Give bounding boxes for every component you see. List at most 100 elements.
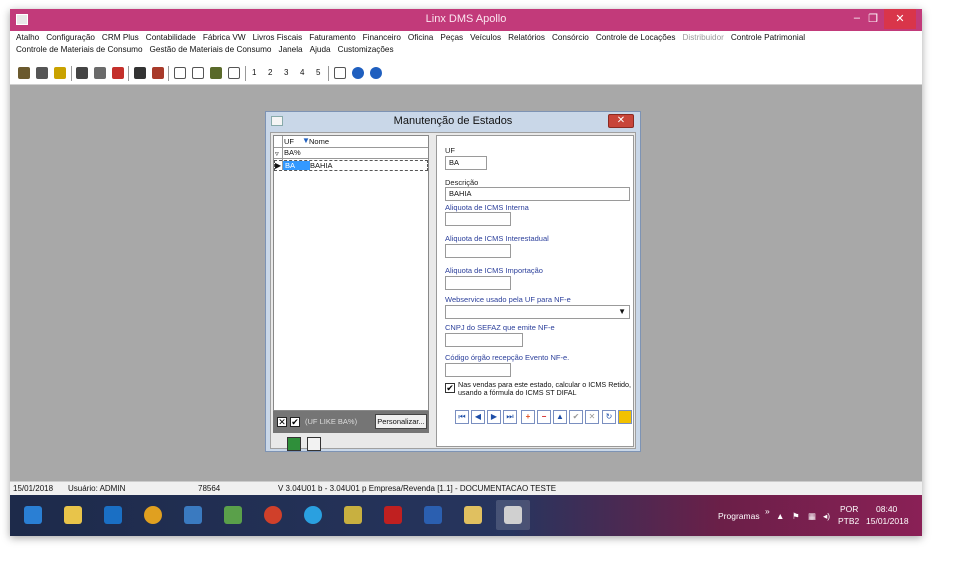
grid-header-nome[interactable]: Nome <box>309 137 329 146</box>
webservice-select[interactable]: ▼ <box>445 305 630 319</box>
language-label-2[interactable]: PTB2 <box>838 516 859 526</box>
toolbar-icon-12[interactable] <box>228 67 240 79</box>
icms-st-difal-checkbox[interactable]: ✔ <box>445 383 455 393</box>
clock-time[interactable]: 08:40 <box>876 504 897 514</box>
calculator-app-icon[interactable] <box>336 500 370 530</box>
clear-filter-icon[interactable]: ✕ <box>277 417 287 427</box>
menu-item-atalho[interactable]: Atalho <box>16 33 39 42</box>
sort-icon[interactable]: ▼ <box>302 136 310 145</box>
programs-label[interactable]: Programas <box>718 511 760 521</box>
toolbar-window-2[interactable]: 2 <box>268 68 272 77</box>
database-icon[interactable] <box>216 500 250 530</box>
descricao-input[interactable]: BAHIA <box>445 187 630 201</box>
toolbar-icon-10[interactable] <box>192 67 204 79</box>
menu-item-relatórios[interactable]: Relatórios <box>508 33 545 42</box>
menu-item-controle-de-materiais-de-consumo[interactable]: Controle de Materiais de Consumo <box>16 45 143 54</box>
exit-icon[interactable] <box>618 410 632 424</box>
menu-item-distribuidor[interactable]: Distribuidor <box>682 33 723 42</box>
refresh-icon[interactable]: ↻ <box>602 410 616 424</box>
windows-start-icon[interactable] <box>16 500 50 530</box>
tray-expand-icon[interactable]: ▲ <box>776 511 784 521</box>
toolbar-icon-6[interactable] <box>112 67 124 79</box>
chrome-icon[interactable] <box>136 500 170 530</box>
delete-record-icon[interactable]: − <box>537 410 551 424</box>
uf-input[interactable]: BA <box>445 156 487 170</box>
remote-desktop-icon[interactable] <box>176 500 210 530</box>
toolbar-icon-9[interactable] <box>174 67 186 79</box>
browser-app-icon[interactable] <box>256 500 290 530</box>
info-icon[interactable] <box>370 67 382 79</box>
menu-item-contabilidade[interactable]: Contabilidade <box>146 33 196 42</box>
dialog-close-button[interactable]: ✕ <box>608 114 634 128</box>
toolbar-icon-8[interactable] <box>152 67 164 79</box>
prior-record-icon[interactable]: ◀ <box>471 410 485 424</box>
cnpj-input[interactable] <box>445 333 523 347</box>
menu-item-financeiro[interactable]: Financeiro <box>363 33 401 42</box>
toolbar-window-4[interactable]: 4 <box>300 68 304 77</box>
volume-icon[interactable]: ◂) <box>823 511 830 522</box>
grid-filter-uf-input[interactable]: BA% <box>284 148 301 157</box>
insert-record-icon[interactable]: + <box>521 410 535 424</box>
toolbar-window-3[interactable]: 3 <box>284 68 288 77</box>
toolbar-icon-11[interactable] <box>210 67 222 79</box>
codigo-orgao-input[interactable] <box>445 363 511 377</box>
menu-item-customizações[interactable]: Customizações <box>338 45 394 54</box>
toolbar-window-1[interactable]: 1 <box>252 68 256 77</box>
toolbar-icon-4[interactable] <box>76 67 88 79</box>
post-record-icon[interactable]: ✔ <box>569 410 583 424</box>
language-label-1[interactable]: POR <box>840 504 858 514</box>
edit-record-icon[interactable]: ▲ <box>553 410 567 424</box>
tray-flag-icon[interactable]: ⚑ <box>792 511 800 522</box>
toolbar-icon-1[interactable] <box>18 67 30 79</box>
icms-interna-input[interactable] <box>445 212 511 226</box>
grid-header-uf[interactable]: UF <box>284 137 294 146</box>
table-row[interactable]: ▶ BA BAHIA <box>274 160 428 171</box>
toolbar-icon-3[interactable] <box>54 67 66 79</box>
calculator-icon[interactable] <box>334 67 346 79</box>
icms-importacao-input[interactable] <box>445 276 511 290</box>
last-record-icon[interactable]: ⏭ <box>503 410 517 424</box>
cancel-record-icon[interactable]: ✕ <box>585 410 599 424</box>
clock-date[interactable]: 15/01/2018 <box>866 516 909 526</box>
menu-item-configuração[interactable]: Configuração <box>46 33 95 42</box>
restore-button[interactable]: ❐ <box>868 12 878 25</box>
filter-active-checkbox[interactable]: ✔ <box>290 417 300 427</box>
menu-item-crm-plus[interactable]: CRM Plus <box>102 33 139 42</box>
cnpj-label: CNPJ do SEFAZ que emite NF-e <box>445 323 555 332</box>
programs-chevron[interactable]: » <box>765 506 770 516</box>
menu-item-gestão-de-materiais-de-consumo[interactable]: Gestão de Materiais de Consumo <box>150 45 272 54</box>
icms-interestadual-input[interactable] <box>445 244 511 258</box>
menu-item-peças[interactable]: Peças <box>440 33 463 42</box>
minimize-button[interactable]: – <box>854 12 860 24</box>
menu-item-fábrica-vw[interactable]: Fábrica VW <box>203 33 246 42</box>
menu-item-livros-fiscais[interactable]: Livros Fiscais <box>253 33 303 42</box>
menu-item-controle-de-locações[interactable]: Controle de Locações <box>596 33 676 42</box>
menu-item-veículos[interactable]: Veículos <box>470 33 501 42</box>
toolbar-window-5[interactable]: 5 <box>316 68 320 77</box>
close-button[interactable]: ✕ <box>884 9 916 29</box>
toolbar-icon-2[interactable] <box>36 67 48 79</box>
next-record-icon[interactable]: ▶ <box>487 410 501 424</box>
toolbar-icon-5[interactable] <box>94 67 106 79</box>
menu-item-consórcio[interactable]: Consórcio <box>552 33 589 42</box>
file-explorer-icon[interactable] <box>56 500 90 530</box>
first-record-icon[interactable]: ⏮ <box>455 410 469 424</box>
personalize-button[interactable]: Personalizar... <box>375 414 427 429</box>
skype-icon[interactable] <box>296 500 330 530</box>
toolbar-icon-7[interactable] <box>134 67 146 79</box>
menu-item-oficina[interactable]: Oficina <box>408 33 433 42</box>
word-icon[interactable] <box>416 500 450 530</box>
states-grid[interactable]: UF Nome ▼ ▿ BA% ▶ BA BAHIA <box>273 135 429 411</box>
menu-item-ajuda[interactable]: Ajuda <box>310 45 331 54</box>
print-icon[interactable] <box>307 437 321 451</box>
export-excel-icon[interactable] <box>287 437 301 451</box>
network-icon[interactable]: ▦ <box>808 511 816 522</box>
menu-item-faturamento[interactable]: Faturamento <box>309 33 355 42</box>
menu-item-controle-patrimonial[interactable]: Controle Patrimonial <box>731 33 805 42</box>
linx-app-icon[interactable] <box>376 500 410 530</box>
menu-item-janela[interactable]: Janela <box>278 45 302 54</box>
active-window-icon[interactable] <box>496 500 530 530</box>
outlook-icon[interactable] <box>96 500 130 530</box>
help-icon[interactable] <box>352 67 364 79</box>
paint-icon[interactable] <box>456 500 490 530</box>
